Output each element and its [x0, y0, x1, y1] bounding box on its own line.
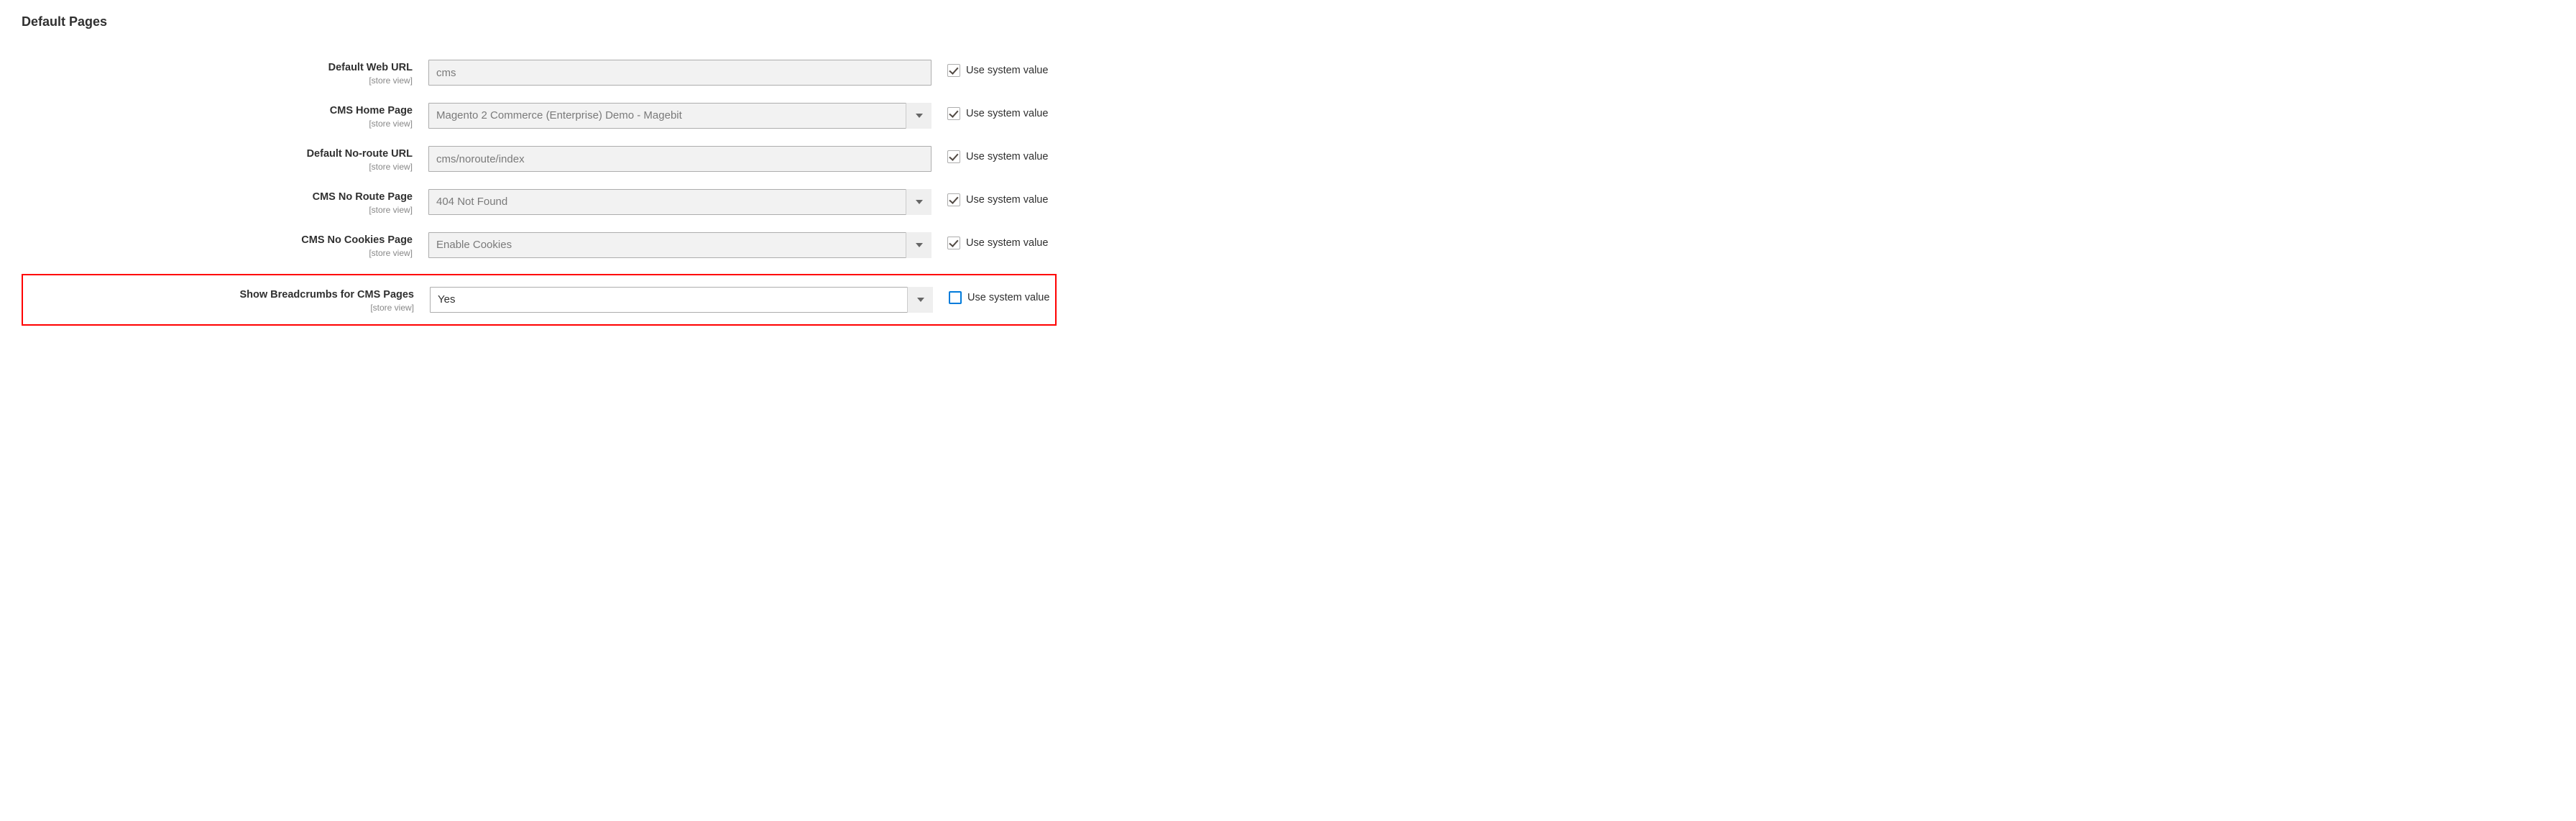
cms-no-cookies-page-select[interactable]: Enable Cookies: [428, 232, 932, 258]
control-col: Yes: [430, 287, 933, 313]
show-breadcrumbs-select[interactable]: Yes: [430, 287, 933, 313]
field-label: CMS Home Page: [26, 104, 413, 118]
label-col: CMS Home Page [store view]: [26, 103, 428, 129]
control-col: [428, 146, 932, 172]
use-system-checkbox[interactable]: [949, 291, 962, 304]
use-system-checkbox[interactable]: [947, 150, 960, 163]
use-system-checkbox[interactable]: [947, 107, 960, 120]
field-label: Show Breadcrumbs for CMS Pages: [27, 288, 414, 302]
use-system-label: Use system value: [966, 237, 1048, 249]
label-col: Default Web URL [store view]: [26, 60, 428, 86]
use-system-label: Use system value: [966, 194, 1048, 206]
use-system-checkbox[interactable]: [947, 64, 960, 77]
field-default-web-url: Default Web URL [store view] Use system …: [22, 58, 1057, 87]
use-system-checkbox[interactable]: [947, 237, 960, 249]
field-show-breadcrumbs: Show Breadcrumbs for CMS Pages [store vi…: [22, 274, 1057, 326]
system-value-col: Use system value: [932, 232, 1048, 249]
field-scope: [store view]: [26, 75, 413, 86]
label-col: Default No-route URL [store view]: [26, 146, 428, 172]
system-value-col: Use system value: [932, 103, 1048, 120]
label-col: CMS No Route Page [store view]: [26, 189, 428, 215]
chevron-down-icon: [907, 287, 933, 313]
label-col: CMS No Cookies Page [store view]: [26, 232, 428, 258]
use-system-checkbox[interactable]: [947, 193, 960, 206]
use-system-label: Use system value: [967, 292, 1049, 303]
use-system-label: Use system value: [966, 65, 1048, 76]
field-scope: [store view]: [27, 303, 414, 313]
section-title: Default Pages: [22, 14, 1057, 29]
field-default-no-route-url: Default No-route URL [store view] Use sy…: [22, 145, 1057, 173]
field-cms-no-cookies-page: CMS No Cookies Page [store view] Enable …: [22, 231, 1057, 260]
system-value-col: Use system value: [932, 60, 1048, 77]
field-scope: [store view]: [26, 205, 413, 215]
field-cms-no-route-page: CMS No Route Page [store view] 404 Not F…: [22, 188, 1057, 216]
select-value: Enable Cookies: [428, 232, 932, 258]
cms-no-route-page-select[interactable]: 404 Not Found: [428, 189, 932, 215]
control-col: Magento 2 Commerce (Enterprise) Demo - M…: [428, 103, 932, 129]
system-value-col: Use system value: [932, 146, 1048, 163]
field-label: Default No-route URL: [26, 147, 413, 161]
chevron-down-icon: [906, 103, 932, 129]
field-cms-home-page: CMS Home Page [store view] Magento 2 Com…: [22, 101, 1057, 130]
field-scope: [store view]: [26, 248, 413, 258]
control-col: Enable Cookies: [428, 232, 932, 258]
chevron-down-icon: [906, 189, 932, 215]
field-label: CMS No Cookies Page: [26, 234, 413, 247]
field-label: CMS No Route Page: [26, 191, 413, 204]
system-value-col: Use system value: [932, 189, 1048, 206]
control-col: 404 Not Found: [428, 189, 932, 215]
use-system-label: Use system value: [966, 108, 1048, 119]
cms-home-page-select[interactable]: Magento 2 Commerce (Enterprise) Demo - M…: [428, 103, 932, 129]
system-value-col: Use system value: [933, 287, 1049, 304]
use-system-label: Use system value: [966, 151, 1048, 162]
select-value: 404 Not Found: [428, 189, 932, 215]
control-col: [428, 60, 932, 86]
field-scope: [store view]: [26, 162, 413, 172]
select-value: Magento 2 Commerce (Enterprise) Demo - M…: [428, 103, 932, 129]
label-col: Show Breadcrumbs for CMS Pages [store vi…: [27, 287, 430, 313]
chevron-down-icon: [906, 232, 932, 258]
select-value: Yes: [430, 287, 933, 313]
field-label: Default Web URL: [26, 61, 413, 75]
field-scope: [store view]: [26, 119, 413, 129]
default-web-url-input[interactable]: [428, 60, 932, 86]
default-no-route-url-input[interactable]: [428, 146, 932, 172]
